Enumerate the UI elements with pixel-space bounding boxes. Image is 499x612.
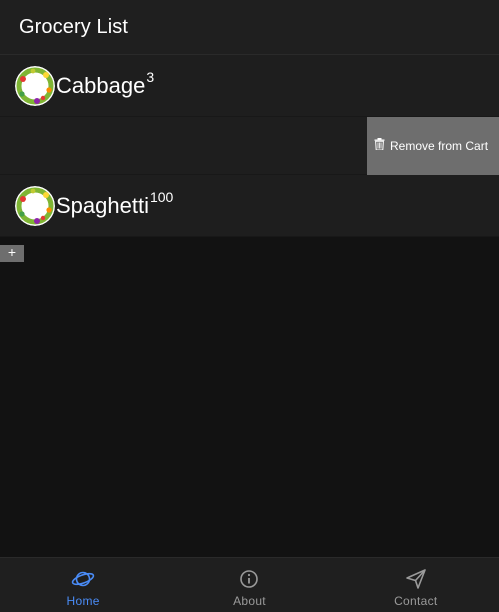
- info-circle-icon: [240, 570, 259, 588]
- add-item-button[interactable]: +: [0, 245, 24, 262]
- vegetable-wreath-icon: [15, 185, 55, 226]
- app-header: Grocery List: [0, 0, 499, 55]
- tab-home[interactable]: Home: [0, 558, 166, 612]
- list-item[interactable]: Spaghetti 100: [0, 175, 499, 237]
- tab-bar: Home About Contact: [0, 557, 499, 612]
- tab-home-label: Home: [66, 594, 100, 608]
- page-title: Grocery List: [19, 15, 129, 38]
- vegetable-wreath-icon: [15, 65, 55, 106]
- send-icon: [406, 569, 426, 589]
- remove-from-cart-button[interactable]: Remove from Cart: [367, 116, 499, 175]
- item-name: Spaghetti: [56, 192, 149, 218]
- grocery-list: Cabbage 3 Remove from Cart Spaghetti 100: [0, 55, 499, 237]
- item-quantity: 100: [149, 188, 174, 205]
- item-name: Cabbage: [56, 72, 146, 98]
- list-item-swiped[interactable]: Remove from Cart: [0, 116, 499, 175]
- tab-contact-label: Contact: [394, 594, 438, 608]
- tab-contact[interactable]: Contact: [333, 558, 499, 612]
- trash-icon: [374, 137, 385, 150]
- tab-about-label: About: [233, 594, 266, 608]
- tab-about[interactable]: About: [166, 558, 332, 612]
- planet-icon: [71, 571, 95, 587]
- remove-from-cart-label: Remove from Cart: [390, 138, 489, 153]
- list-item[interactable]: Cabbage 3: [0, 55, 499, 117]
- item-quantity: 3: [146, 68, 155, 85]
